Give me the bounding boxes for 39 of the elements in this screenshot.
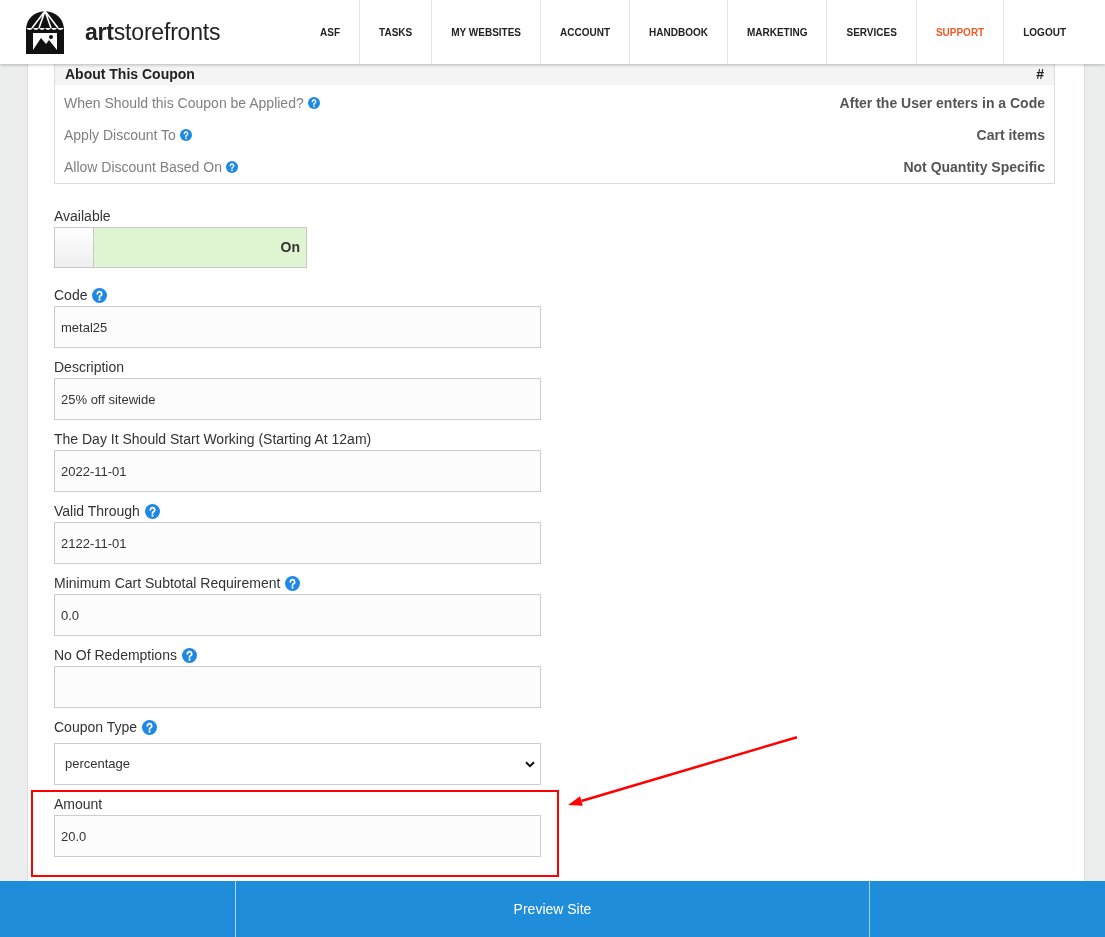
help-icon[interactable] [142,719,158,735]
logo-icon[interactable] [25,9,65,55]
column-heading: # [1036,65,1044,84]
field-label: Code [54,286,88,305]
help-icon[interactable] [181,647,197,663]
text-field[interactable]: 25% off sitewide [54,378,541,420]
help-icon[interactable] [144,503,160,519]
field-label: The Day It Should Start Working (Starting At 12am) [54,430,372,449]
field-label: No Of Redemptions [54,646,177,665]
field-label: Minimum Cart Subtotal Requirement [54,574,281,593]
logo-text[interactable]: artstorefronts [85,20,221,44]
text-field[interactable]: 2022-11-01 [54,450,541,492]
field-label: Amount [54,795,103,814]
text-field[interactable]: 2122-11-01 [54,522,541,564]
help-icon[interactable] [225,161,238,173]
toggle-knob[interactable] [55,228,94,267]
toggle-switch[interactable]: On [54,227,307,268]
chevron-down-icon [525,760,535,768]
text-field[interactable]: 20.0 [54,815,541,857]
text-field[interactable]: 0.0 [54,594,541,636]
dropdown[interactable]: percentage [54,743,541,785]
row-label: When Should this Coupon be Applied? [64,93,304,113]
help-icon[interactable] [92,287,108,303]
field-label: Description [54,358,125,377]
field-label: Available [54,207,111,226]
row-value: Not Quantity Specific [903,157,1045,177]
help-icon[interactable] [285,575,301,591]
row-label: Apply Discount To [64,125,176,145]
panel-title: About This Coupon [65,65,195,84]
row-label: Allow Discount Based On [64,157,222,177]
text-field[interactable]: metal25 [54,306,541,348]
help-icon[interactable] [307,97,320,109]
help-icon[interactable] [179,129,192,141]
row-value: After the User enters in a Code [839,93,1045,113]
text-field[interactable] [54,666,541,708]
nav-link[interactable]: ASF [301,0,360,64]
field-label: Valid Through [54,502,140,521]
field-label: Coupon Type [54,718,138,737]
row-value: Cart items [976,125,1045,145]
